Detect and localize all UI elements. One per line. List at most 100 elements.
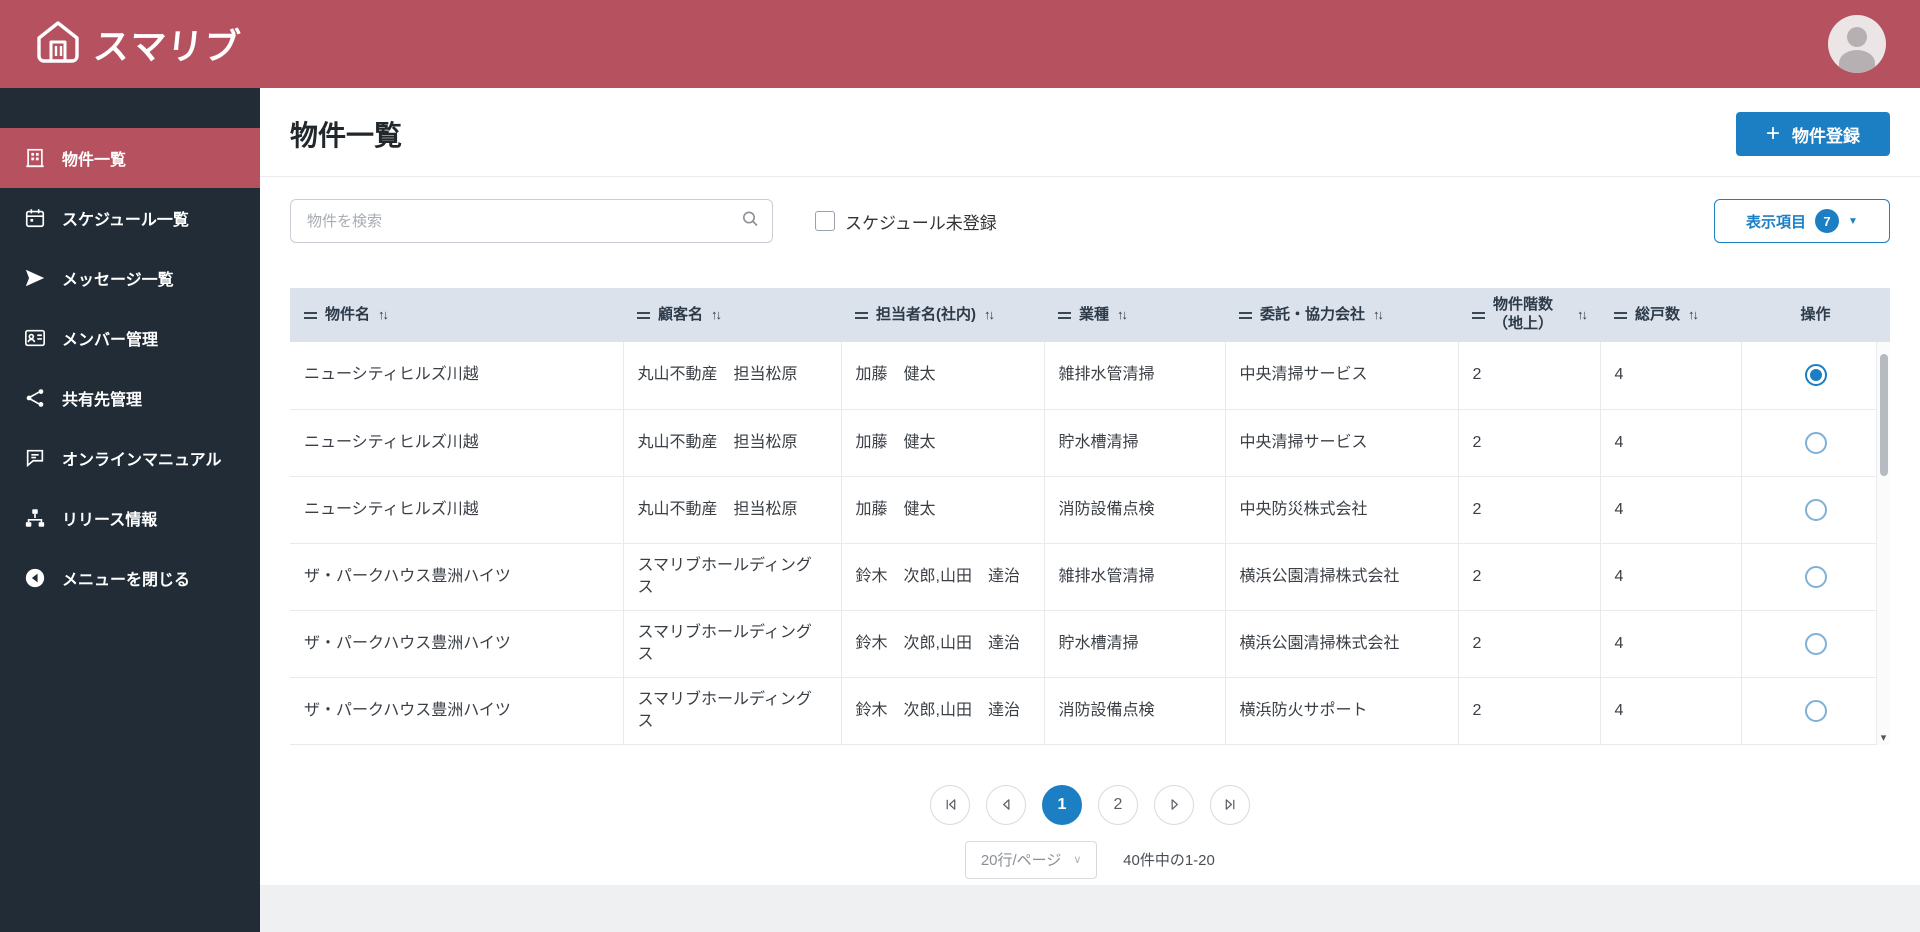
column-header-2[interactable]: 顧客名 ↑↓ bbox=[623, 288, 841, 342]
table-row-2: ニューシティヒルズ川越丸山不動産 担当松原加藤 健太貯水槽清掃中央清掃サービス2… bbox=[290, 409, 1890, 476]
cell-manager-name: 鈴木 次郎,山田 達治 bbox=[841, 677, 1044, 744]
page-button-1[interactable]: 1 bbox=[1042, 785, 1082, 825]
checkbox-label: スケジュール未登録 bbox=[845, 209, 997, 234]
sidebar-item-6[interactable]: オンラインマニュアル bbox=[0, 428, 260, 488]
sidebar-item-2[interactable]: スケジュール一覧 bbox=[0, 188, 260, 248]
chevron-down-icon: ∨ bbox=[1073, 853, 1081, 866]
network-icon bbox=[24, 507, 46, 529]
next-page-button[interactable] bbox=[1154, 785, 1194, 825]
cell-manager-name: 鈴木 次郎,山田 達治 bbox=[841, 543, 1044, 610]
checkbox-icon[interactable] bbox=[815, 211, 835, 231]
row-select-radio[interactable] bbox=[1805, 432, 1827, 454]
column-label: 委託・協力会社 bbox=[1260, 306, 1365, 325]
register-property-label: 物件登録 bbox=[1792, 122, 1860, 147]
cell-floors: 2 bbox=[1458, 677, 1600, 744]
cell-industry: 貯水槽清掃 bbox=[1044, 409, 1225, 476]
column-menu-icon[interactable] bbox=[1058, 312, 1071, 319]
cell-operation bbox=[1741, 342, 1890, 409]
user-avatar[interactable] bbox=[1828, 15, 1886, 73]
column-header-5[interactable]: 委託・協力会社 ↑↓ bbox=[1225, 288, 1458, 342]
rows-per-page-value: 20行/ページ bbox=[981, 849, 1062, 870]
scrollbar-thumb[interactable] bbox=[1880, 354, 1888, 476]
property-table: 物件名↑↓顧客名↑↓担当者名(社内)↑↓業種↑↓委託・協力会社↑↓物件階数（地上… bbox=[290, 288, 1890, 745]
cell-operation bbox=[1741, 476, 1890, 543]
search-input[interactable] bbox=[290, 199, 773, 243]
cell-customer-name: スマリブホールディングス bbox=[623, 543, 841, 610]
column-header-7[interactable]: 総戸数↑↓ bbox=[1600, 288, 1741, 342]
search-box bbox=[290, 199, 773, 243]
cell-floors: 2 bbox=[1458, 610, 1600, 677]
page-header: 物件一覧 + 物件登録 bbox=[260, 88, 1920, 177]
table-header-row: 物件名↑↓顧客名↑↓担当者名(社内)↑↓業種↑↓委託・協力会社↑↓物件階数（地上… bbox=[290, 288, 1890, 342]
page-button-2[interactable]: 2 bbox=[1098, 785, 1138, 825]
cell-customer-name: 丸山不動産 担当松原 bbox=[623, 342, 841, 409]
scrollbar-down-arrow[interactable]: ▾ bbox=[1877, 731, 1890, 744]
table-scrollbar[interactable]: ▾ bbox=[1876, 342, 1890, 745]
prev-page-button[interactable] bbox=[986, 785, 1026, 825]
cell-contractor: 中央防災株式会社 bbox=[1225, 476, 1458, 543]
display-items-label: 表示項目 bbox=[1746, 211, 1806, 232]
plus-icon: + bbox=[1766, 122, 1780, 146]
table-body: ニューシティヒルズ川越丸山不動産 担当松原加藤 健太雑排水管清掃中央清掃サービス… bbox=[290, 342, 1890, 744]
row-select-radio[interactable] bbox=[1805, 364, 1827, 386]
sidebar-item-8[interactable]: メニューを閉じる bbox=[0, 548, 260, 608]
cell-customer-name: スマリブホールディングス bbox=[623, 677, 841, 744]
app-logo-text: スマリブ bbox=[91, 18, 243, 70]
sidebar-nav: 物件一覧スケジュール一覧メッセージ一覧メンバー管理共有先管理オンラインマニュアル… bbox=[0, 128, 260, 608]
calendar-icon bbox=[24, 207, 46, 229]
collapse-menu-icon bbox=[24, 567, 46, 589]
column-label: 操作 bbox=[1800, 306, 1830, 325]
sort-icon[interactable]: ↑↓ bbox=[984, 307, 993, 323]
column-menu-icon[interactable] bbox=[637, 312, 650, 319]
cell-manager-name: 鈴木 次郎,山田 達治 bbox=[841, 610, 1044, 677]
sidebar-item-4[interactable]: メンバー管理 bbox=[0, 308, 260, 368]
register-property-button[interactable]: + 物件登録 bbox=[1736, 112, 1890, 156]
table-row-4: ザ・パークハウス豊洲ハイツスマリブホールディングス鈴木 次郎,山田 達治雑排水管… bbox=[290, 543, 1890, 610]
column-menu-icon[interactable] bbox=[1614, 312, 1627, 319]
column-menu-icon[interactable] bbox=[1472, 312, 1485, 319]
row-select-radio[interactable] bbox=[1805, 633, 1827, 655]
sort-icon[interactable]: ↑↓ bbox=[711, 307, 720, 323]
column-menu-icon[interactable] bbox=[304, 312, 317, 319]
sidebar-item-1[interactable]: 物件一覧 bbox=[0, 128, 260, 188]
column-menu-icon[interactable] bbox=[855, 312, 868, 319]
sort-icon[interactable]: ↑↓ bbox=[1577, 307, 1586, 323]
send-icon bbox=[24, 267, 46, 289]
sidebar-item-label: メッセージ一覧 bbox=[62, 266, 174, 290]
last-page-button[interactable] bbox=[1210, 785, 1250, 825]
filter-bar: スケジュール未登録 表示項目 7 ▼ bbox=[260, 177, 1920, 243]
column-label: 顧客名 bbox=[658, 306, 703, 325]
column-header-6[interactable]: 物件階数（地上） ↑↓ bbox=[1458, 288, 1600, 342]
sidebar-item-5[interactable]: 共有先管理 bbox=[0, 368, 260, 428]
cell-property-name: ニューシティヒルズ川越 bbox=[290, 409, 623, 476]
column-header-3[interactable]: 担当者名(社内)↑↓ bbox=[841, 288, 1044, 342]
column-menu-icon[interactable] bbox=[1239, 312, 1252, 319]
sidebar-item-7[interactable]: リリース情報 bbox=[0, 488, 260, 548]
cell-contractor: 中央清掃サービス bbox=[1225, 409, 1458, 476]
cell-customer-name: 丸山不動産 担当松原 bbox=[623, 409, 841, 476]
column-label: 業種 bbox=[1079, 306, 1109, 325]
first-page-button[interactable] bbox=[930, 785, 970, 825]
sidebar-item-3[interactable]: メッセージ一覧 bbox=[0, 248, 260, 308]
row-select-radio[interactable] bbox=[1805, 566, 1827, 588]
cell-operation bbox=[1741, 677, 1890, 744]
display-items-button[interactable]: 表示項目 7 ▼ bbox=[1714, 199, 1890, 243]
row-select-radio[interactable] bbox=[1805, 700, 1827, 722]
column-header-1[interactable]: 物件名↑↓ bbox=[290, 288, 623, 342]
row-select-radio[interactable] bbox=[1805, 499, 1827, 521]
cell-total-units: 4 bbox=[1600, 610, 1741, 677]
cell-floors: 2 bbox=[1458, 543, 1600, 610]
column-header-4[interactable]: 業種 ↑↓ bbox=[1044, 288, 1225, 342]
cell-contractor: 横浜公園清掃株式会社 bbox=[1225, 543, 1458, 610]
column-label: 物件階数（地上） bbox=[1493, 296, 1569, 334]
schedule-unregistered-filter[interactable]: スケジュール未登録 bbox=[815, 209, 997, 234]
sort-icon[interactable]: ↑↓ bbox=[1373, 307, 1382, 323]
cell-total-units: 4 bbox=[1600, 409, 1741, 476]
sort-icon[interactable]: ↑↓ bbox=[1117, 307, 1126, 323]
search-icon bbox=[741, 210, 759, 233]
sort-icon[interactable]: ↑↓ bbox=[1688, 307, 1697, 323]
rows-per-page-select[interactable]: 20行/ページ ∨ bbox=[965, 841, 1097, 879]
cell-property-name: ニューシティヒルズ川越 bbox=[290, 476, 623, 543]
cell-operation bbox=[1741, 409, 1890, 476]
sort-icon[interactable]: ↑↓ bbox=[378, 307, 387, 323]
